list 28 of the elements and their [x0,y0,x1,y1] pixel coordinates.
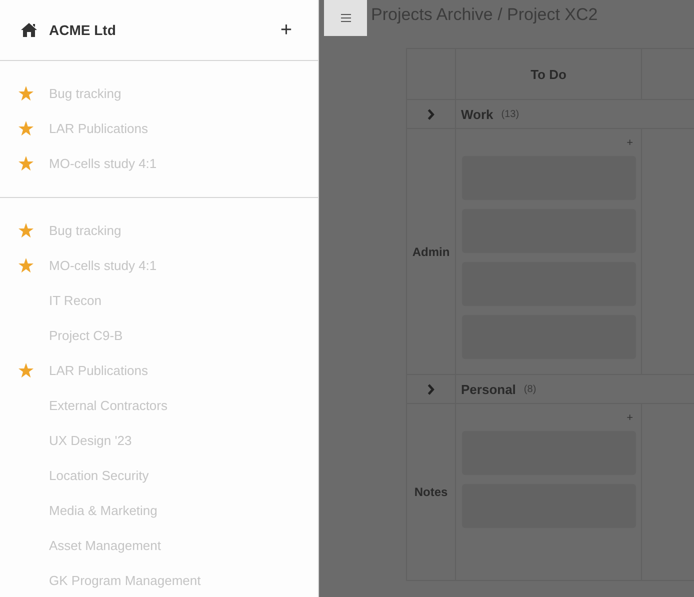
project-item[interactable]: Bug tracking [0,213,318,248]
home-icon [21,23,37,37]
column-header: To Do [530,66,566,82]
group-name: Personal [461,382,516,396]
project-item[interactable]: Project C9-B [0,318,318,353]
favorite-project-item[interactable]: MO-cells study 4:1 [0,146,318,181]
favorite-project-item[interactable]: LAR Publications [0,111,318,146]
lane-name: Notes [414,485,448,499]
project-item[interactable]: LAR Publications [0,353,318,388]
project-item[interactable]: Asset Management [0,528,318,563]
project-item[interactable]: MO-cells study 4:1 [0,248,318,283]
add-card-button[interactable]: + [624,412,636,424]
workspace-title: ACME Ltd [49,22,117,38]
menu-button[interactable] [324,0,367,36]
favorite-project-item[interactable]: Bug tracking [0,76,318,111]
add-card-button[interactable]: + [624,136,636,148]
project-item[interactable]: UX Design '23 [0,423,318,458]
project-item[interactable]: Media & Marketing [0,493,318,528]
lane-name: Admin [412,244,450,258]
project-item[interactable]: Location Security [0,458,318,493]
add-button[interactable]: + [280,20,292,40]
project-item[interactable]: GK Program Management [0,563,318,597]
group-name: Work [461,106,494,122]
project-item[interactable]: IT Recon [0,283,318,318]
chevron-icon[interactable] [427,384,435,394]
menu-icon [340,14,350,22]
chevron-icon[interactable] [427,108,435,120]
project-item[interactable]: External Contractors [0,388,318,423]
